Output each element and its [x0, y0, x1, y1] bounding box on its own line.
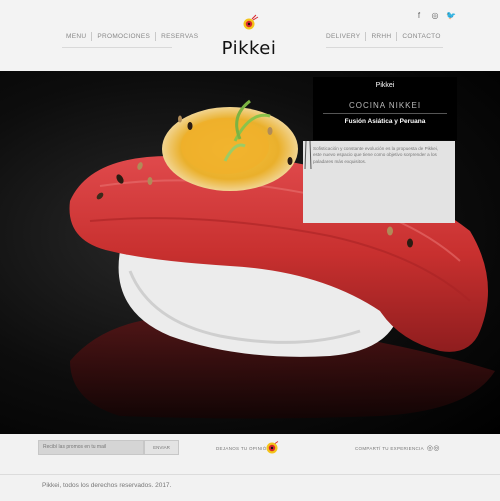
instagram-icon[interactable]: ◎ [427, 8, 443, 22]
intro-panel-body: Sofisticación y constante evolución es l… [303, 141, 455, 223]
panel-title: COCINA NIKKEI [348, 101, 422, 110]
panel-divider [323, 113, 447, 114]
nav-left: MENU PROMOCIONES RESERVAS [61, 32, 203, 41]
nav-item-contacto[interactable]: CONTACTO [397, 33, 445, 40]
nav-item-promociones[interactable]: PROMOCIONES [92, 33, 155, 40]
nav-right: DELIVERY RRHH CONTACTO [321, 32, 446, 41]
twitter-icon[interactable]: 🐦 [443, 8, 459, 22]
newsletter-submit-button[interactable]: ENVIAR [144, 440, 179, 455]
nav-item-delivery[interactable]: DELIVERY [321, 33, 365, 40]
nav-left-underline [62, 47, 172, 48]
nav-item-rrhh[interactable]: RRHH [366, 33, 396, 40]
site-header: f ◎ 🐦 MENU PROMOCIONES RESERVAS Pikkei D… [0, 0, 500, 71]
nav-item-menu[interactable]: MENU [61, 33, 91, 40]
newsletter-email-input[interactable]: Recibí las promos en tu mail [38, 440, 144, 455]
opinion-label[interactable]: DEJANOS TU OPINIÓN [216, 446, 270, 451]
nav-item-reservas[interactable]: RESERVAS [156, 33, 203, 40]
facebook-icon[interactable]: f [411, 8, 427, 22]
intro-panel-header: Pikkei COCINA NIKKEI Fusión Asiática y P… [313, 77, 457, 140]
social-links: f ◎ 🐦 [411, 8, 459, 22]
share-label: COMPARTÍ TU EXPERIENCIA [355, 445, 424, 451]
hero-banner: Pikkei COCINA NIKKEI Fusión Asiática y P… [0, 71, 500, 434]
opinion-logo-icon[interactable] [265, 441, 279, 455]
logo-text: Pikkei [221, 38, 277, 59]
logo-mark-icon [243, 14, 259, 30]
footer-divider [0, 474, 500, 475]
panel-brand: Pikkei [375, 82, 395, 89]
panel-description: Sofisticación y constante evolución es l… [313, 146, 439, 164]
share-experience[interactable]: COMPARTÍ TU EXPERIENCIA ◎◎ [355, 444, 440, 452]
tripadvisor-icon[interactable]: ◎◎ [427, 444, 440, 452]
chopsticks-icon [304, 141, 312, 169]
panel-subtitle: Fusión Asiática y Peruana [344, 118, 426, 125]
copyright-text: Pikkei, todos los derechos reservados. 2… [42, 482, 172, 489]
nav-right-underline [326, 47, 443, 48]
logo[interactable]: Pikkei [219, 14, 279, 60]
